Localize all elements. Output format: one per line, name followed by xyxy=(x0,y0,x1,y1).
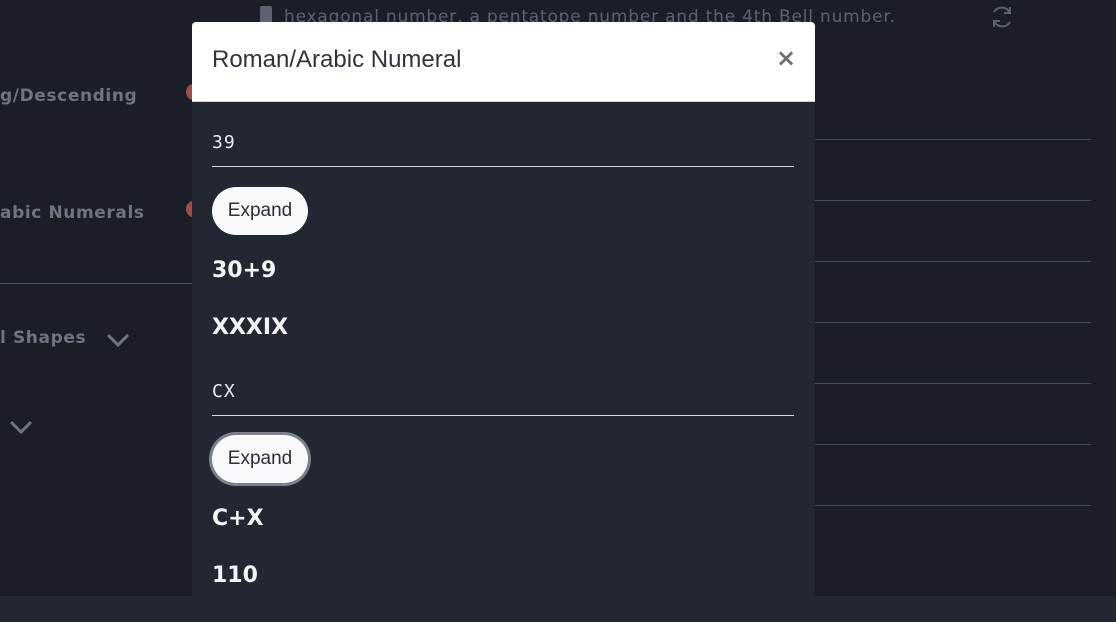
divider xyxy=(815,200,1091,201)
divider xyxy=(815,444,1091,445)
expansion-result: 30+9 xyxy=(212,258,276,283)
divider xyxy=(815,505,1091,506)
numeral-input-field[interactable] xyxy=(212,371,794,416)
chevron-down-icon[interactable] xyxy=(105,331,131,349)
divider xyxy=(815,322,1091,323)
numeral-input-field[interactable] xyxy=(212,122,794,167)
divider xyxy=(815,383,1091,384)
expand-button[interactable]: Expand xyxy=(212,435,308,483)
divider xyxy=(815,139,1091,140)
expansion-result: C+X xyxy=(212,506,264,531)
sidebar-item-ascending-descending[interactable]: g/Descending xyxy=(0,86,137,106)
sidebar-item-shapes[interactable]: l Shapes xyxy=(0,328,86,348)
divider xyxy=(815,261,1091,262)
conversion-result: 110 xyxy=(212,563,258,588)
chevron-down-icon[interactable] xyxy=(8,418,34,436)
sidebar-item-roman-arabic-numerals[interactable]: abic Numerals xyxy=(0,203,145,223)
dialog-header: Roman/Arabic Numeral × xyxy=(192,22,815,102)
refresh-icon[interactable] xyxy=(988,3,1016,31)
numeral-input[interactable] xyxy=(212,371,794,411)
conversion-result: XXXIX xyxy=(212,315,288,340)
numeral-input[interactable] xyxy=(212,122,794,162)
expand-button[interactable]: Expand xyxy=(212,187,308,235)
divider xyxy=(0,283,192,284)
dialog-title: Roman/Arabic Numeral xyxy=(212,46,461,74)
close-button[interactable]: × xyxy=(772,44,800,72)
roman-arabic-numeral-dialog: Roman/Arabic Numeral × Expand 30+9 XXXIX… xyxy=(192,22,815,622)
